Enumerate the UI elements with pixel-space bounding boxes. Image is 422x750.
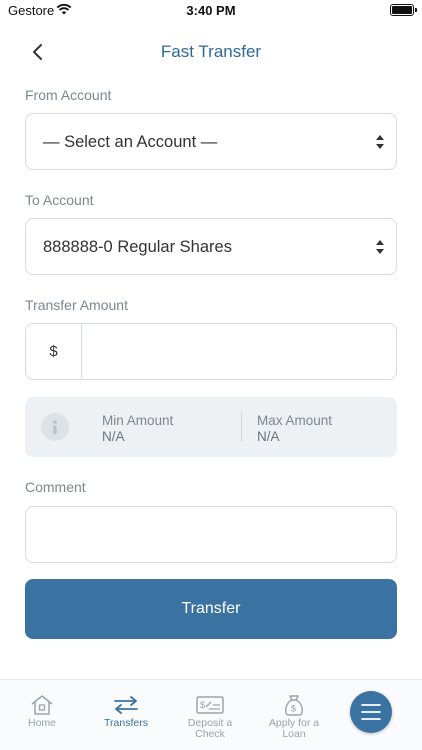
to-account-label: To Account (25, 192, 94, 208)
tab-deposit-check-label: Deposit a Check (187, 717, 233, 740)
tab-bar: Home Transfers $ Deposit a Check $ Apply… (0, 679, 422, 750)
select-arrows-icon (376, 135, 384, 149)
max-amount-label: Max Amount (257, 413, 333, 428)
currency-symbol: $ (26, 324, 82, 379)
to-account-select[interactable]: 888888-0 Regular Shares (25, 218, 397, 275)
comment-field (25, 506, 397, 563)
status-bar: Gestore 3:40 PM (0, 0, 422, 24)
nav-header: Fast Transfer (0, 30, 422, 74)
check-deposit-icon: $ (196, 696, 224, 714)
tab-home[interactable]: Home (0, 680, 84, 750)
min-amount-value: N/A (102, 429, 125, 444)
svg-text:$: $ (200, 700, 205, 710)
tab-apply-loan[interactable]: $ Apply for a Loan (252, 680, 336, 750)
transfer-amount-field: $ (25, 323, 397, 380)
tab-home-label: Home (27, 717, 56, 729)
home-icon (31, 695, 53, 715)
page-title: Fast Transfer (160, 42, 262, 61)
max-amount-value: N/A (257, 429, 280, 444)
comment-input[interactable] (26, 507, 396, 562)
comment-label: Comment (25, 479, 86, 495)
tab-transfers-label: Transfers (104, 717, 148, 729)
to-account-value: 888888-0 Regular Shares (43, 238, 232, 256)
transfer-amount-label: Transfer Amount (25, 297, 128, 313)
from-account-label: From Account (25, 87, 112, 103)
info-icon (41, 413, 69, 441)
svg-text:$: $ (291, 704, 296, 714)
select-arrows-icon (376, 240, 384, 254)
status-time: 3:40 PM (186, 3, 236, 18)
hamburger-menu-icon (361, 704, 381, 720)
from-account-value: — Select an Account — (43, 133, 218, 151)
tab-transfers[interactable]: Transfers (84, 680, 168, 750)
amount-limits-panel: Min Amount N/A Max Amount N/A (25, 397, 397, 457)
money-bag-icon: $ (284, 695, 304, 716)
transfer-arrows-icon (114, 696, 138, 714)
transfer-button[interactable]: Transfer (25, 579, 397, 639)
menu-button[interactable] (350, 691, 392, 733)
min-amount-label: Min Amount (102, 413, 174, 428)
limits-divider (241, 412, 242, 442)
from-account-select[interactable]: — Select an Account — (25, 113, 397, 170)
tab-deposit-check[interactable]: $ Deposit a Check (168, 680, 252, 750)
amount-input[interactable] (83, 324, 395, 379)
tab-apply-loan-label: Apply for a Loan (268, 717, 320, 740)
battery-icon (390, 4, 417, 16)
